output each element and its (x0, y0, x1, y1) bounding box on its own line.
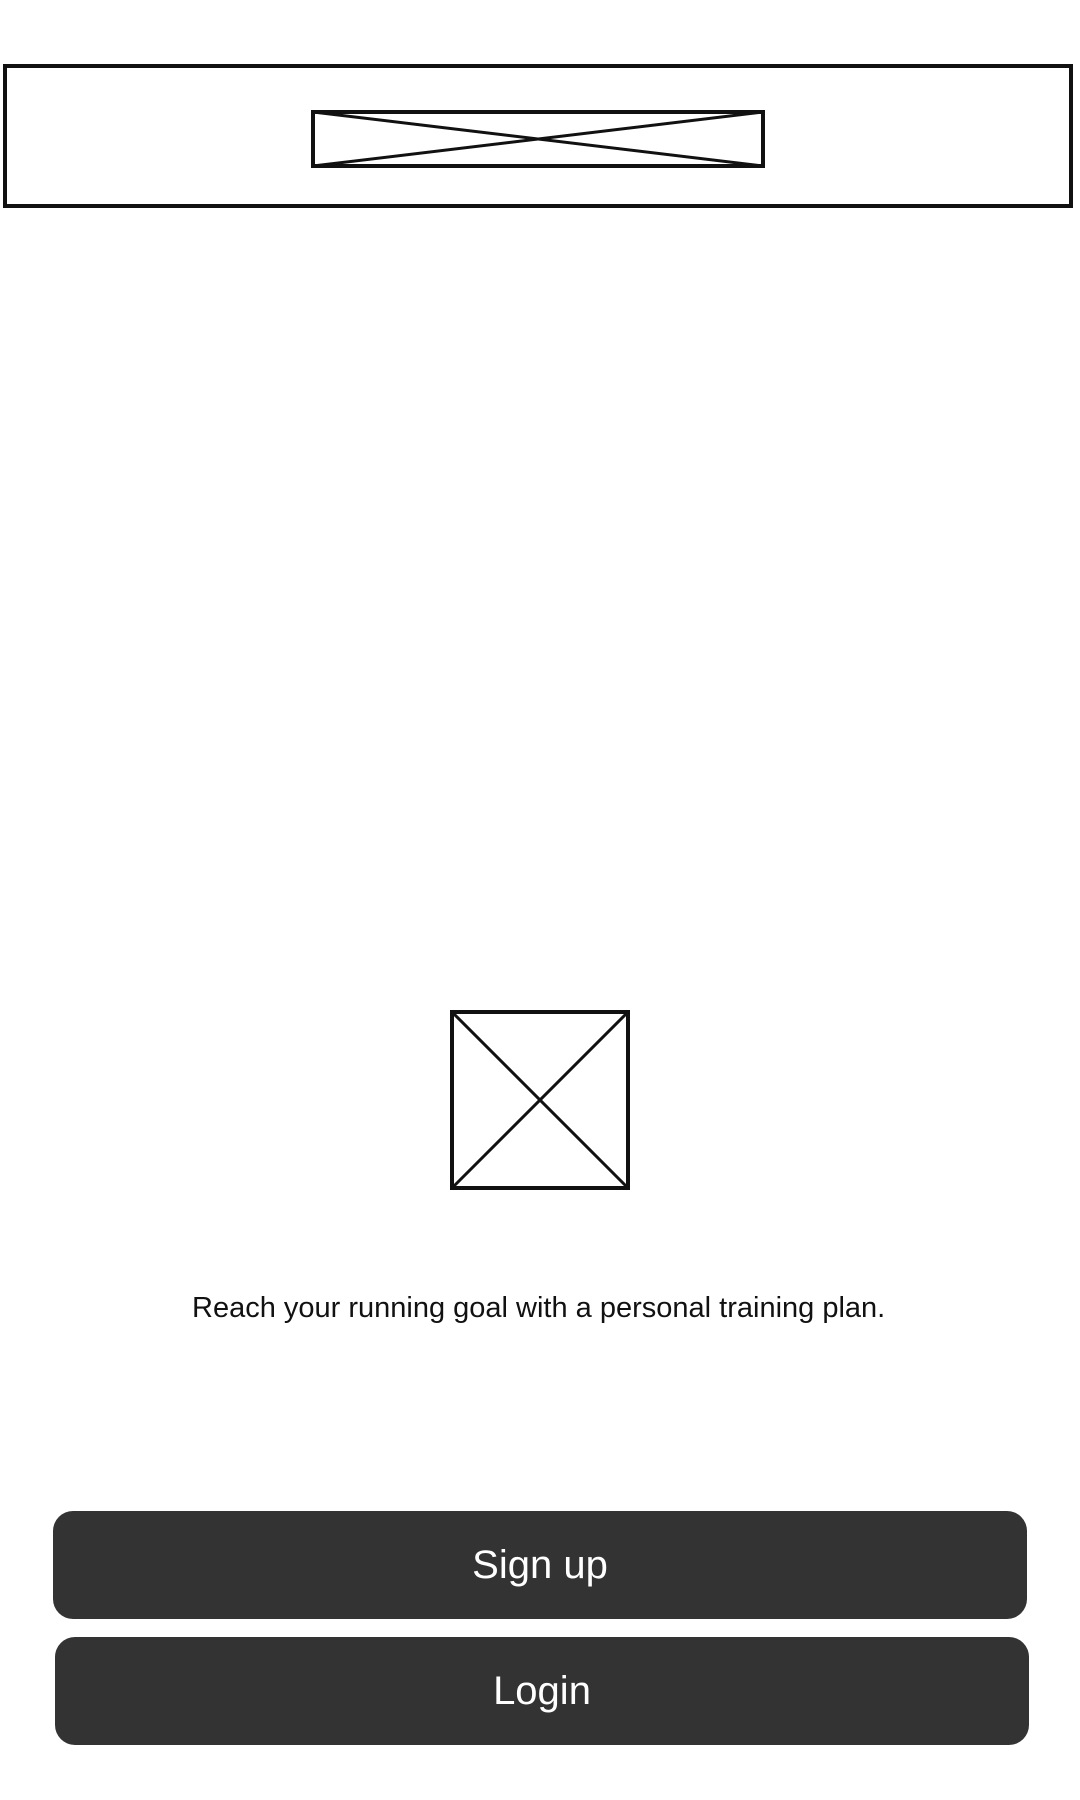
login-button[interactable]: Login (55, 1637, 1029, 1745)
tagline-text: Reach your running goal with a personal … (192, 1292, 886, 1324)
logo-placeholder-icon (311, 110, 765, 168)
signup-button-label: Sign up (472, 1542, 608, 1587)
signup-button[interactable]: Sign up (53, 1511, 1027, 1619)
login-button-label: Login (493, 1668, 591, 1713)
hero-image-placeholder-icon (450, 1010, 630, 1190)
